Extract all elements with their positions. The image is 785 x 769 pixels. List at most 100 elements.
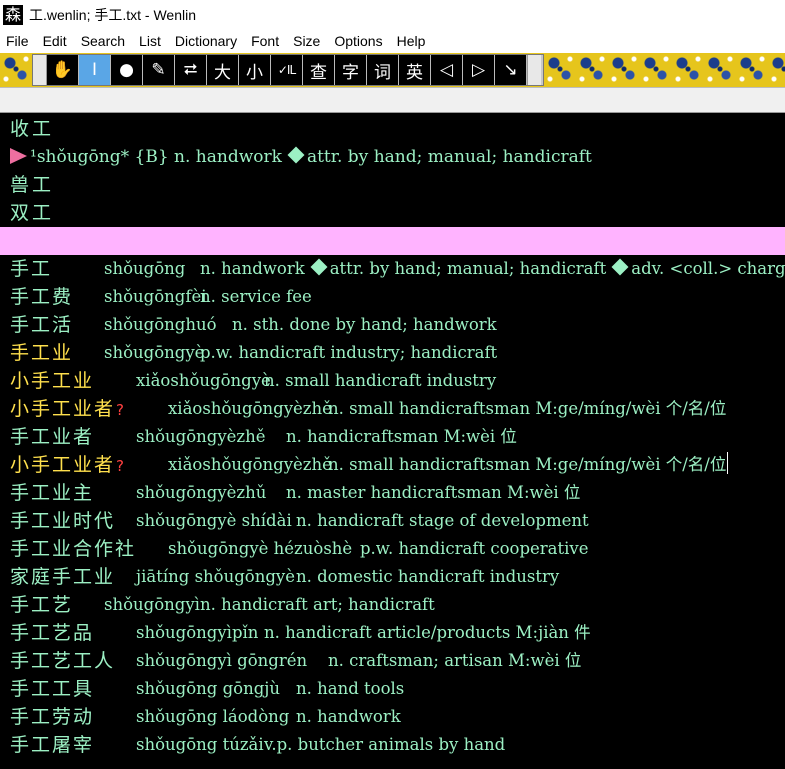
entry-definition: attr. by hand; manual; handicraft: [306, 147, 592, 167]
pen-icon[interactable]: ✎: [143, 55, 175, 85]
pinyin: shǒugōng láodòng: [136, 707, 290, 726]
menu-font[interactable]: Font: [244, 30, 286, 53]
menu-options[interactable]: Options: [327, 30, 389, 53]
definition: n. handicraft stage of development: [296, 511, 589, 530]
pinyin: shǒugōngyì gōngrén: [136, 651, 308, 670]
arrow-down-right-icon[interactable]: ↘: [495, 55, 527, 85]
headword: 手工屠宰: [10, 734, 95, 756]
list-item[interactable]: 手工劳动 shǒugōng láodòng n. handwork: [0, 703, 785, 731]
pinyin: shǒugōngyè shídài: [136, 511, 292, 530]
list-item[interactable]: 手工 shǒugōng n. handwork attr. by hand; ma…: [0, 255, 785, 283]
menu-size[interactable]: Size: [286, 30, 327, 53]
headword: 手工业者: [10, 426, 95, 448]
input-bar[interactable]: [0, 87, 785, 113]
headword: 手工业: [10, 342, 74, 364]
pinyin: shǒugōng gōngjù: [136, 679, 281, 698]
pinyin: shǒugōngyèzhǔ: [136, 483, 267, 502]
hand-icon[interactable]: ✋: [47, 55, 79, 85]
headword: 收工: [10, 118, 55, 140]
headword: 手工: [10, 258, 53, 280]
pinyin: jiātíng shǒugōngyè: [136, 567, 295, 586]
pinyin: shǒugōngfèi: [104, 287, 207, 306]
list-item[interactable]: 手工活 shǒugōnghuó n. sth. done by hand; ha…: [0, 311, 785, 339]
headword: 小手工业者?: [10, 395, 126, 423]
list-item[interactable]: 家庭手工业 jiātíng shǒugōngyè n. domestic han…: [0, 563, 785, 591]
headword: 手工活: [10, 314, 74, 336]
list-item[interactable]: 手工屠宰 shǒugōng túzǎi v.p. butcher animals…: [0, 731, 785, 759]
pinyin: shǒugōng túzǎi: [136, 735, 264, 754]
big-char-icon[interactable]: 大: [207, 55, 239, 85]
pane-divider[interactable]: [0, 227, 785, 255]
list-item[interactable]: 手工艺 shǒugōngyì n. handicraft art; handic…: [0, 591, 785, 619]
menu-list[interactable]: List: [132, 30, 168, 53]
definition: v.p. butcher animals by hand: [264, 735, 506, 754]
diamond-icon: [287, 146, 305, 164]
toolbar-strip: ✋ I ● ✎ ⮂ 大 小 ✓IL 查 字 词 英 ◁ ▷ ↘: [0, 53, 785, 87]
pinyin: shǒugōnghuó: [104, 315, 217, 334]
upper-line-4[interactable]: 双工: [10, 199, 54, 227]
list-item[interactable]: 手工业时代 shǒugōngyè shídài n. handicraft st…: [0, 507, 785, 535]
lookup-char-icon[interactable]: 查: [303, 55, 335, 85]
definition: p.w. handicraft industry; handicraft: [200, 343, 498, 362]
pinyin: xiǎoshǒugōngyè: [136, 371, 271, 390]
check-il-icon[interactable]: ✓IL: [271, 55, 303, 85]
pinyin: shǒugōngyè hézuòshè: [168, 539, 353, 558]
list-item[interactable]: 手工艺品 shǒugōngyìpǐn n. handicraft article…: [0, 619, 785, 647]
triangle-right-icon[interactable]: [10, 148, 27, 164]
headword: 兽工: [10, 174, 55, 196]
window-title: 工.wenlin; 手工.txt - Wenlin: [29, 7, 197, 23]
list-item[interactable]: 手工业 shǒugōngyè p.w. handicraft industry;…: [0, 339, 785, 367]
definition: n. hand tools: [296, 679, 405, 698]
pinyin: shǒugōngyè: [104, 343, 205, 362]
forward-icon[interactable]: ▷: [463, 55, 495, 85]
menu-search[interactable]: Search: [74, 30, 132, 53]
text-cursor-icon[interactable]: I: [79, 55, 111, 85]
upper-line-1[interactable]: 收工: [10, 115, 54, 143]
list-item[interactable]: 小手工业者? xiǎoshǒugōngyèzhě n. small handic…: [0, 395, 785, 423]
definition: n. handwork attr. by hand; manual; handic…: [200, 255, 785, 283]
definition: n. small handicraftsman M:ge/míng/wèi 个/…: [328, 451, 729, 479]
list-item[interactable]: 手工业者 shǒugōngyèzhě n. handicraftsman M:w…: [0, 423, 785, 451]
definition-text: n. handwork: [200, 259, 305, 278]
back-icon[interactable]: ◁: [431, 55, 463, 85]
toolbar-left-handle: [33, 55, 47, 85]
menu-dictionary[interactable]: Dictionary: [168, 30, 244, 53]
upper-line-3[interactable]: 兽工: [10, 171, 54, 199]
definition: n. handicraftsman M:wèi 位: [286, 427, 517, 446]
circle-icon[interactable]: ●: [111, 55, 143, 85]
menu-bar: File Edit Search List Dictionary Font Si…: [0, 30, 785, 53]
pinyin: xiǎoshǒugōngyèzhě: [168, 455, 332, 474]
character-icon[interactable]: 字: [335, 55, 367, 85]
text-cursor: [727, 452, 729, 474]
small-char-icon[interactable]: 小: [239, 55, 271, 85]
english-icon[interactable]: 英: [399, 55, 431, 85]
wenlin-app-icon[interactable]: 森: [3, 5, 23, 25]
definition: n. handicraft article/products M:jiàn 件: [264, 623, 591, 642]
headword: 家庭手工业: [10, 566, 116, 588]
definition: p.w. handicraft cooperative: [360, 539, 589, 558]
menu-file[interactable]: File: [0, 30, 36, 53]
question-mark: ?: [116, 401, 126, 419]
definition: n. domestic handicraft industry: [296, 567, 560, 586]
word-list: 手工 shǒugōng n. handwork attr. by hand; ma…: [0, 255, 785, 769]
list-item[interactable]: 手工艺工人 shǒugōngyì gōngrén n. craftsman; a…: [0, 647, 785, 675]
question-mark: ?: [116, 457, 126, 475]
upper-entry[interactable]: ¹shǒugōng* {B} n. handwork attr. by hand;…: [10, 143, 592, 171]
title-bar: 森 工.wenlin; 手工.txt - Wenlin: [0, 0, 785, 30]
headword: 手工艺: [10, 594, 74, 616]
pinyin: shǒugōngyì: [104, 595, 200, 614]
list-item[interactable]: 手工费 shǒugōngfèi n. service fee: [0, 283, 785, 311]
list-item[interactable]: 小手工业者? xiǎoshǒugōngyèzhě n. small handic…: [0, 451, 785, 479]
headword-text: 小手工业者: [10, 398, 116, 420]
word-icon[interactable]: 词: [367, 55, 399, 85]
pinyin: shǒugōngyìpǐn: [136, 623, 259, 642]
menu-help[interactable]: Help: [390, 30, 433, 53]
arrows-icon[interactable]: ⮂: [175, 55, 207, 85]
list-item[interactable]: 手工工具 shǒugōng gōngjù n. hand tools: [0, 675, 785, 703]
menu-edit[interactable]: Edit: [36, 30, 74, 53]
list-item[interactable]: 手工业合作社 shǒugōngyè hézuòshè p.w. handicra…: [0, 535, 785, 563]
definition: n. small handicraft industry: [264, 371, 497, 390]
definition: n. sth. done by hand; handwork: [232, 315, 497, 334]
list-item[interactable]: 小手工业 xiǎoshǒugōngyè n. small handicraft …: [0, 367, 785, 395]
list-item[interactable]: 手工业主 shǒugōngyèzhǔ n. master handicrafts…: [0, 479, 785, 507]
